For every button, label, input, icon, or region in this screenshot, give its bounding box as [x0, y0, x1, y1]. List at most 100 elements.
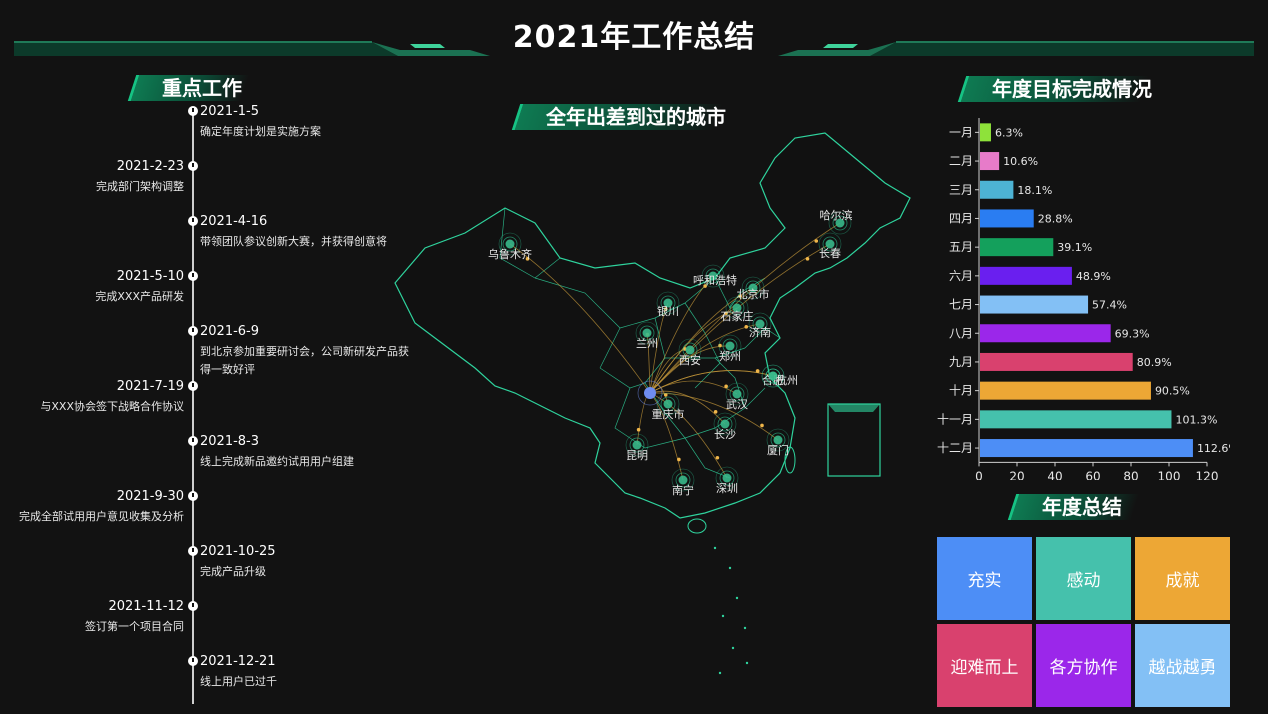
y-tick-label: 四月	[949, 211, 973, 225]
summary-tile: 迎难而上	[937, 624, 1032, 707]
city-label: 呼和浩特	[693, 273, 737, 287]
timeline-clock-icon	[188, 161, 198, 171]
flight-arrow	[814, 239, 819, 243]
city-label: 深圳	[716, 482, 738, 495]
timeline-desc: 完成XXX产品研发	[95, 290, 184, 303]
bar-value-label: 57.4%	[1092, 299, 1127, 312]
y-tick-label: 九月	[949, 355, 973, 369]
map-island	[728, 566, 732, 570]
city-label: 北京市	[737, 287, 770, 301]
bar-value-label: 10.6%	[1003, 155, 1038, 168]
bar	[980, 352, 1133, 371]
timeline-desc: 完成全部试用用户意见收集及分析	[19, 510, 184, 523]
bar	[980, 295, 1089, 314]
bar	[980, 180, 1014, 199]
section-title-summary: 年度总结	[1007, 491, 1162, 521]
x-tick-label: 80	[1123, 469, 1138, 480]
bar-value-label: 18.1%	[1017, 184, 1052, 197]
timeline-clock-icon	[188, 326, 198, 336]
map-outline	[394, 132, 911, 519]
bar-value-label: 80.9%	[1137, 356, 1172, 369]
timeline-clock-icon	[188, 271, 198, 281]
timeline-date: 2021-12-21	[200, 654, 276, 669]
timeline-desc: 线上完成新品邀约试用用户组建	[200, 455, 354, 468]
y-tick-label: 二月	[949, 154, 973, 168]
timeline-clock-icon	[188, 656, 198, 666]
y-tick-label: 十二月	[937, 441, 973, 455]
city-label: 长沙	[714, 428, 736, 441]
map-island	[721, 614, 725, 618]
city-label: 郑州	[719, 349, 741, 363]
bar-value-label: 69.3%	[1115, 327, 1150, 340]
y-tick-label: 八月	[949, 326, 973, 340]
flight-arrow	[713, 410, 718, 414]
timeline-axis	[192, 108, 194, 704]
flight-arrow	[677, 457, 681, 462]
origin-marker	[644, 387, 656, 399]
timeline-date: 2021-6-9	[200, 324, 260, 339]
city-label: 哈尔滨	[820, 208, 853, 222]
timeline-date: 2021-1-5	[200, 104, 260, 119]
flight-arrow	[755, 369, 760, 373]
x-tick-label: 60	[1085, 469, 1100, 480]
flight-arrow	[805, 257, 810, 261]
timeline-date: 2021-2-23	[116, 159, 184, 174]
bar	[980, 238, 1054, 257]
flight-arrow	[724, 384, 728, 389]
city-label: 银川	[657, 304, 679, 318]
map-inset-header	[828, 404, 880, 412]
timeline-date: 2021-5-10	[116, 269, 184, 284]
bar	[980, 123, 991, 142]
bar	[980, 410, 1172, 429]
timeline-clock-icon	[188, 381, 198, 391]
timeline-desc: 完成部门架构调整	[96, 180, 184, 193]
city-label: 昆明	[626, 449, 648, 462]
map-island	[743, 626, 747, 630]
timeline-clock-icon	[188, 546, 198, 556]
y-tick-label: 七月	[949, 298, 973, 312]
x-tick-label: 20	[1009, 469, 1024, 480]
map-island	[745, 661, 749, 665]
summary-tile: 感动	[1036, 537, 1131, 620]
y-tick-label: 三月	[949, 183, 973, 197]
section-title-cities: 全年出差到过的城市	[511, 101, 756, 131]
y-tick-label: 六月	[949, 269, 973, 283]
bar-value-label: 6.3%	[995, 126, 1023, 139]
page-title: 2021年工作总结	[512, 20, 756, 55]
map-island	[713, 546, 717, 550]
bar	[980, 152, 1000, 171]
city-label: 武汉	[726, 398, 748, 411]
summary-grid: 充实 感动 成就 迎难而上 各方协作 越战越勇	[937, 537, 1231, 709]
timeline-date: 2021-7-19	[116, 379, 184, 394]
timeline-clock-icon	[188, 216, 198, 226]
city-label: 济南	[749, 325, 771, 339]
city-label: 乌鲁木齐	[488, 247, 532, 261]
map-island	[735, 596, 739, 600]
timeline-desc: 线上用户已过千	[200, 675, 277, 688]
timeline-date: 2021-9-30	[116, 489, 184, 504]
x-tick-label: 100	[1158, 469, 1181, 480]
x-tick-label: 40	[1047, 469, 1062, 480]
summary-tile: 成就	[1135, 537, 1230, 620]
bar-value-label: 28.8%	[1038, 212, 1073, 225]
y-tick-label: 一月	[949, 125, 973, 139]
bar-value-label: 101.3%	[1175, 413, 1217, 426]
bar	[980, 324, 1111, 343]
city-label: 南宁	[672, 483, 694, 497]
bar	[980, 266, 1072, 285]
map-inset-box	[827, 403, 881, 477]
summary-tile: 各方协作	[1036, 624, 1131, 707]
city-label: 石家庄	[721, 309, 754, 323]
map-island	[718, 671, 722, 675]
timeline-desc: 签订第一个项目合同	[85, 620, 184, 633]
y-tick-label: 十月	[949, 384, 973, 398]
timeline-clock-icon	[188, 436, 198, 446]
flight-arrow	[744, 325, 749, 329]
timeline-clock-icon	[188, 106, 198, 116]
city-label: 长春	[819, 247, 841, 260]
city-label: 兰州	[636, 337, 658, 350]
city-label: 重庆市	[652, 407, 685, 421]
summary-tile: 充实	[937, 537, 1032, 620]
y-tick-label: 十一月	[937, 412, 973, 426]
timeline-clock-icon	[188, 491, 198, 501]
